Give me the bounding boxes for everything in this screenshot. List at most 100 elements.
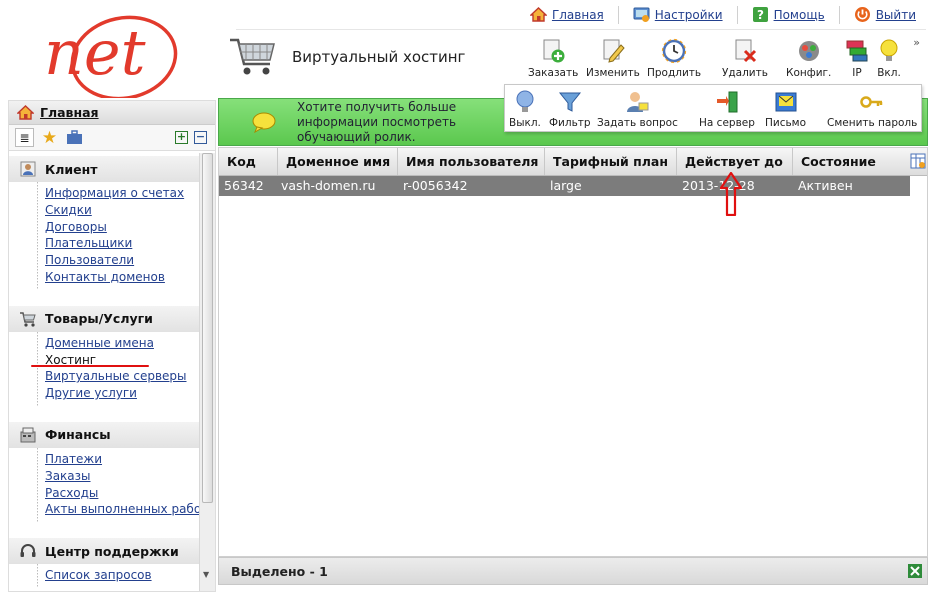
delete-button-label: Удалить bbox=[722, 67, 768, 79]
to-server-button-label: На сервер bbox=[699, 117, 755, 129]
sidebar: Главная ≣ ★ + − Клиент Информация о счет… bbox=[8, 100, 216, 592]
ask-question-button-label: Задать вопрос bbox=[597, 117, 678, 129]
annotation-arrow-icon bbox=[720, 172, 742, 216]
settings-icon bbox=[633, 7, 650, 22]
letter-icon bbox=[775, 92, 797, 112]
page-header: Виртуальный хостинг bbox=[228, 36, 465, 78]
power-icon bbox=[854, 7, 870, 22]
key-icon bbox=[860, 96, 883, 108]
briefcase-icon[interactable] bbox=[65, 128, 84, 147]
column-header-status[interactable]: Состояние bbox=[793, 148, 911, 175]
sidebar-item-virtual-servers[interactable]: Виртуальные серверы bbox=[45, 368, 199, 385]
enable-button[interactable]: Вкл. bbox=[876, 38, 902, 79]
sidebar-item-discounts[interactable]: Скидки bbox=[45, 202, 199, 219]
sidebar-scrollbar[interactable]: ▼ bbox=[199, 153, 215, 591]
sidebar-item-acts[interactable]: Акты выполненных работ bbox=[45, 501, 208, 518]
list-view-icon[interactable]: ≣ bbox=[15, 128, 34, 147]
house-icon bbox=[17, 105, 34, 120]
selected-count: Выделено - 1 bbox=[231, 563, 328, 579]
sidebar-item-domain-names[interactable]: Доменные имена bbox=[45, 335, 199, 352]
top-link-settings-label: Настройки bbox=[654, 7, 723, 22]
order-button[interactable]: Заказать bbox=[528, 38, 578, 79]
change-password-button-label: Сменить пароль bbox=[827, 117, 918, 129]
enable-button-label: Вкл. bbox=[877, 67, 901, 79]
favorites-star-icon[interactable]: ★ bbox=[40, 128, 59, 148]
edit-button[interactable]: Изменить bbox=[586, 38, 640, 79]
sidebar-finance-items: Платежи Заказы Расходы Акты выполненных … bbox=[9, 447, 208, 523]
column-header-username[interactable]: Имя пользователя bbox=[398, 148, 545, 175]
config-icon bbox=[798, 41, 819, 61]
client-icon bbox=[20, 161, 36, 177]
sidebar-section-client[interactable]: Клиент bbox=[9, 156, 199, 182]
sidebar-home-label: Главная bbox=[40, 105, 99, 120]
sidebar-section-finance[interactable]: Финансы bbox=[9, 421, 199, 448]
config-button-label: Конфиг. bbox=[786, 67, 832, 79]
delete-button[interactable]: Удалить bbox=[722, 38, 768, 79]
cell-plan: large bbox=[550, 178, 582, 193]
sidebar-item-other-services[interactable]: Другие услуги bbox=[45, 385, 199, 402]
sidebar-item-billing-info[interactable]: Информация о счетах bbox=[45, 185, 199, 202]
toolbar-more-button[interactable]: » bbox=[913, 36, 920, 49]
sidebar-section-client-title: Клиент bbox=[45, 161, 98, 177]
renew-button[interactable]: Продлить bbox=[647, 38, 701, 79]
change-password-button[interactable]: Сменить пароль bbox=[827, 90, 917, 129]
expand-all-button[interactable]: + bbox=[175, 131, 188, 144]
sidebar-item-requests[interactable]: Список запросов bbox=[45, 567, 199, 584]
sidebar-item-expenses[interactable]: Расходы bbox=[45, 485, 199, 502]
sidebar-home[interactable]: Главная bbox=[9, 101, 215, 125]
to-server-icon bbox=[716, 91, 738, 113]
speech-bubble-icon bbox=[252, 112, 276, 133]
collapse-all-button[interactable]: − bbox=[194, 131, 207, 144]
order-button-label: Заказать bbox=[528, 67, 579, 79]
column-settings-icon[interactable] bbox=[910, 153, 926, 169]
column-header-code[interactable]: Код bbox=[219, 148, 278, 175]
filter-icon bbox=[558, 92, 581, 112]
top-link-logout[interactable]: Выйти bbox=[854, 6, 916, 23]
renew-button-label: Продлить bbox=[647, 67, 702, 79]
sidebar-item-orders[interactable]: Заказы bbox=[45, 468, 199, 485]
scroll-down-arrow-icon[interactable]: ▼ bbox=[203, 570, 209, 579]
filter-button[interactable]: Фильтр bbox=[549, 90, 591, 129]
divider bbox=[617, 5, 619, 24]
divider bbox=[838, 5, 840, 24]
sidebar-item-payments[interactable]: Платежи bbox=[45, 451, 199, 468]
top-link-help[interactable]: ? Помощь bbox=[752, 6, 825, 23]
disable-button-label: Выкл. bbox=[509, 117, 541, 129]
help-icon: ? bbox=[752, 7, 768, 22]
config-button[interactable]: Конфиг. bbox=[786, 38, 831, 79]
cell-username: r-0056342 bbox=[403, 178, 468, 193]
sidebar-section-finance-title: Финансы bbox=[45, 427, 111, 443]
shopping-cart-icon bbox=[230, 38, 275, 75]
ip-button[interactable]: IP bbox=[844, 38, 870, 79]
cart-icon bbox=[20, 312, 36, 327]
sidebar-item-domain-contacts[interactable]: Контакты доменов bbox=[45, 269, 199, 286]
sidebar-support-items: Список запросов bbox=[9, 564, 199, 588]
column-header-domain[interactable]: Доменное имя bbox=[278, 148, 398, 175]
top-link-home[interactable]: Главная bbox=[529, 6, 604, 23]
letter-button[interactable]: Письмо bbox=[765, 90, 806, 129]
filter-button-label: Фильтр bbox=[549, 117, 591, 129]
table-row[interactable]: 56342 vash-domen.ru r-0056342 large 2013… bbox=[219, 176, 910, 196]
sidebar-section-services-title: Товары/Услуги bbox=[45, 311, 153, 327]
net-logo[interactable]: net bbox=[0, 0, 218, 101]
sidebar-tools: ≣ ★ + − bbox=[9, 125, 215, 151]
to-server-button[interactable]: На сервер bbox=[699, 90, 755, 129]
ask-question-button[interactable]: Задать вопрос bbox=[597, 90, 678, 129]
house-icon bbox=[529, 7, 547, 22]
sidebar-scroll-thumb[interactable] bbox=[202, 153, 213, 503]
sidebar-item-users[interactable]: Пользователи bbox=[45, 252, 199, 269]
column-header-valid-until[interactable]: Действует до bbox=[677, 148, 793, 175]
excel-export-icon[interactable] bbox=[907, 563, 923, 579]
sidebar-item-payers[interactable]: Плательщики bbox=[45, 235, 199, 252]
sidebar-section-support[interactable]: Центр поддержки bbox=[9, 538, 199, 565]
disable-button[interactable]: Выкл. bbox=[509, 90, 541, 129]
sidebar-item-contracts[interactable]: Договоры bbox=[45, 219, 199, 236]
column-header-plan[interactable]: Тарифный план bbox=[545, 148, 677, 175]
action-toolbar: Заказать Изменить Продлить Удалить Конфи… bbox=[526, 36, 926, 82]
cell-status: Активен bbox=[798, 178, 853, 193]
cell-domain: vash-domen.ru bbox=[281, 178, 376, 193]
toolbar-overflow-menu: Выкл. Фильтр Задать вопрос На сервер Пис… bbox=[504, 84, 922, 132]
top-link-settings[interactable]: Настройки bbox=[633, 6, 723, 23]
ip-icon bbox=[846, 40, 868, 62]
sidebar-section-services[interactable]: Товары/Услуги bbox=[9, 305, 199, 332]
